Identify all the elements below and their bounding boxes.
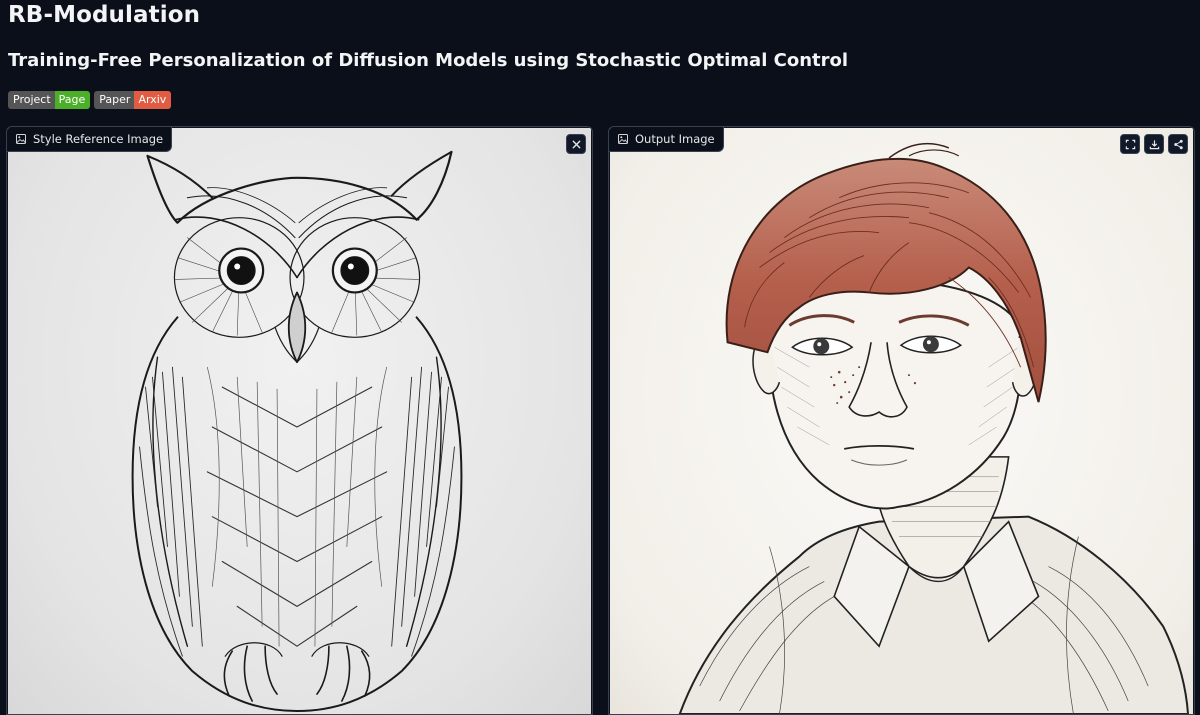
badge-label: Paper [94,91,135,109]
image-icon [16,134,26,144]
style-reference-label: Style Reference Image [7,127,173,152]
close-button[interactable] [566,134,586,154]
output-image[interactable] [610,128,1193,714]
download-icon [1149,139,1159,149]
output-toolbar [1120,134,1188,154]
badge-value: Arxiv [134,91,172,109]
panel-label-text: Output Image [635,132,715,146]
fullscreen-icon [1125,139,1135,149]
style-reference-panel: Style Reference Image [6,126,593,715]
app-subtitle: Training-Free Personalization of Diffusi… [8,50,849,71]
fullscreen-button[interactable] [1120,134,1140,154]
badges: Project Page Paper Arxiv [8,91,172,109]
panel-label-text: Style Reference Image [33,132,164,146]
app-title: RB-Modulation [8,2,201,28]
output-label: Output Image [609,127,724,152]
close-icon [572,140,580,148]
output-panel: Output Image [608,126,1195,715]
share-icon [1173,139,1183,149]
download-button[interactable] [1144,134,1164,154]
badge-value: Page [54,91,91,109]
style-reference-toolbar [566,134,586,154]
boy-portrait-sketch-illustration [678,142,1190,714]
badge-label: Project [8,91,55,109]
image-icon [618,134,628,144]
paper-arxiv-badge[interactable]: Paper Arxiv [94,91,172,109]
owl-sketch-illustration [131,150,463,713]
style-reference-image[interactable] [8,128,591,714]
project-page-badge[interactable]: Project Page [8,91,91,109]
share-button[interactable] [1168,134,1188,154]
